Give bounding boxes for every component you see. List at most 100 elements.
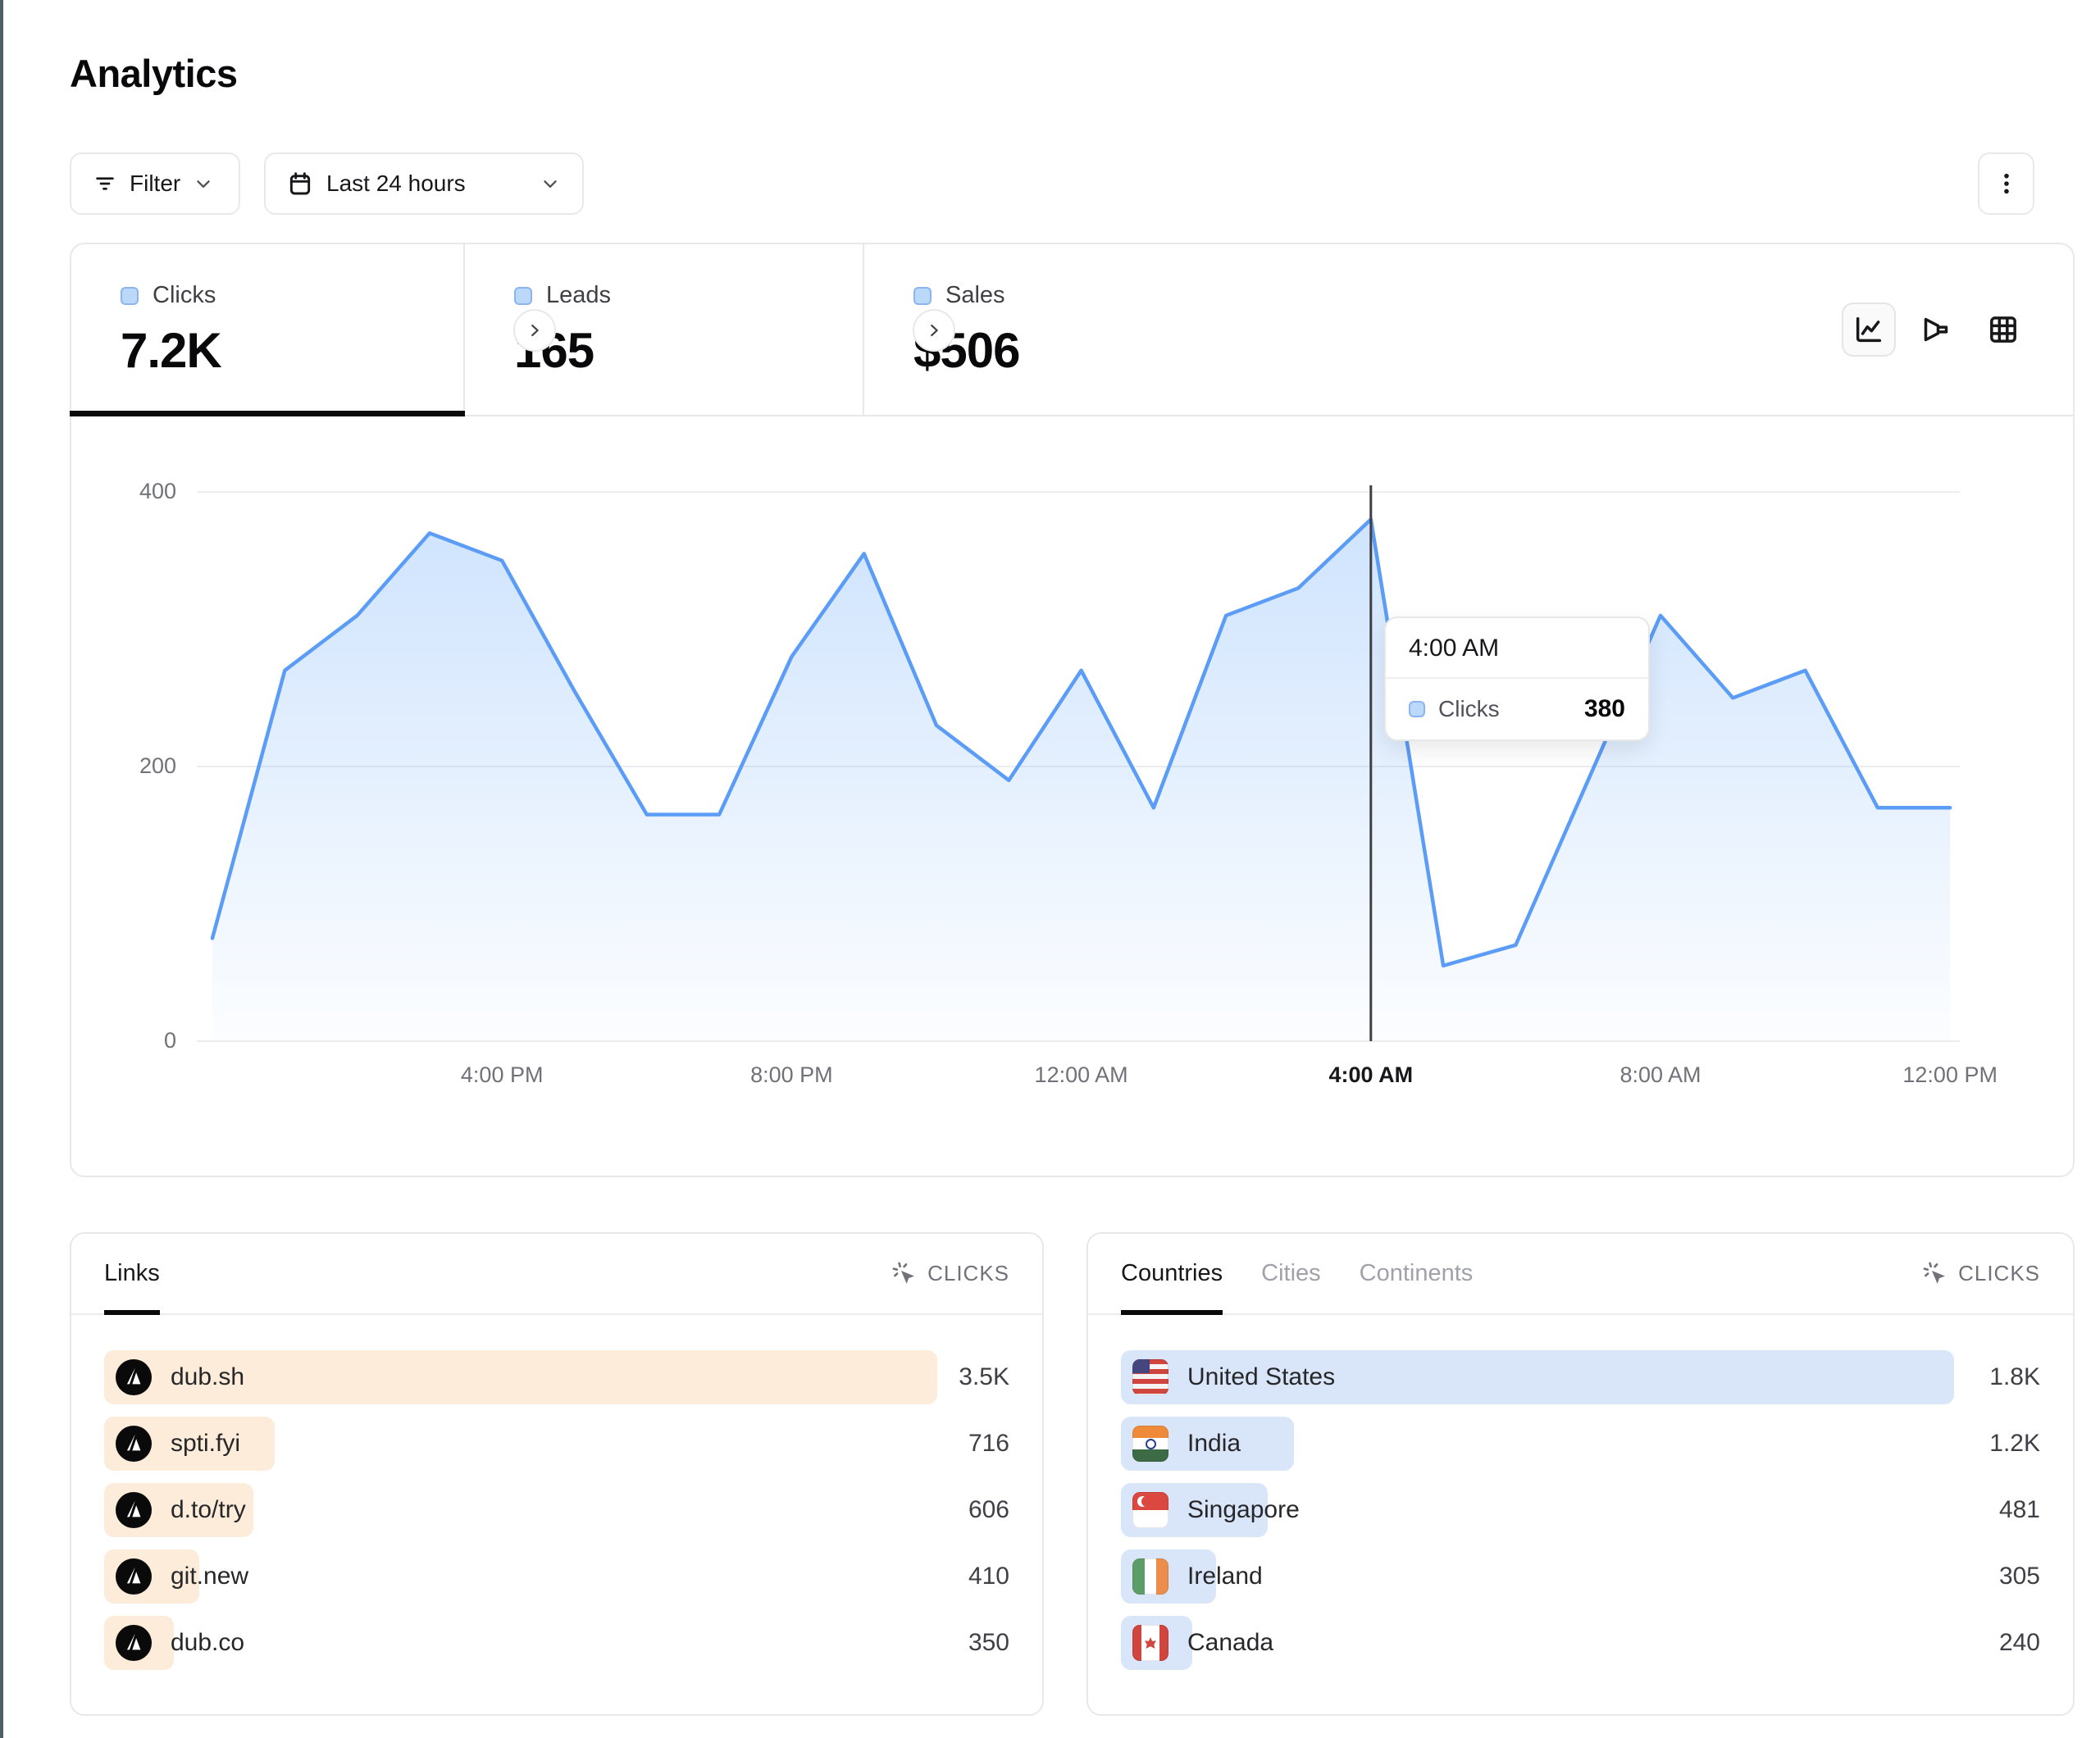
leads-label: Leads [546,282,611,309]
links-row-dub.sh[interactable]: dub.sh 3.5K [71,1350,1042,1404]
row-label: git.new [171,1563,248,1590]
row-label: spti.fyi [171,1430,240,1458]
tab-links[interactable]: Links [104,1234,160,1313]
row-label: United States [1187,1363,1335,1391]
geo-row-Ireland[interactable]: Ireland 305 [1088,1549,2073,1604]
dub-logo-icon [116,1558,152,1595]
chevron-right-icon [925,321,943,339]
tooltip-time: 4:00 AM [1386,618,1648,679]
funnel-view-button[interactable] [1909,303,1963,357]
clicks-value: 7.2K [121,322,463,379]
chevron-right-icon [526,321,544,339]
dub-logo-icon [116,1492,152,1528]
tab-cities[interactable]: Cities [1261,1234,1321,1313]
links-metric[interactable]: CLICKS [891,1234,1009,1313]
filter-icon [93,171,117,196]
geo-row-Canada[interactable]: Canada 240 [1088,1616,2073,1670]
links-row-d.to/try[interactable]: d.to/try 606 [71,1483,1042,1537]
row-value: 606 [968,1483,1009,1537]
clicks-label: Clicks [153,282,216,309]
filter-button-label: Filter [130,171,180,197]
row-label: India [1187,1430,1241,1458]
row-label: Ireland [1187,1563,1263,1590]
links-row-git.new[interactable]: git.new 410 [71,1549,1042,1604]
line-chart-view-button[interactable] [1842,303,1896,357]
page-title: Analytics [70,51,237,96]
filter-button[interactable]: Filter [70,152,240,215]
tooltip-series-label: Clicks [1438,696,1571,722]
y-axis-tick: 400 [94,479,176,504]
date-range-button[interactable]: Last 24 hours [264,152,584,215]
grid-table-icon [1987,313,2020,346]
y-axis-tick: 0 [94,1028,176,1053]
row-value: 240 [1999,1616,2040,1670]
date-range-label: Last 24 hours [326,171,466,197]
geo-row-Singapore[interactable]: Singapore 481 [1088,1483,2073,1537]
leads-legend-icon [514,287,532,305]
row-value: 716 [968,1417,1009,1471]
dub-logo-icon [116,1625,152,1661]
dub-logo-icon [116,1359,152,1395]
chart-tooltip: 4:00 AM Clicks 380 [1384,616,1650,741]
calendar-icon [287,171,313,197]
chevron-down-icon [540,173,561,194]
flag-in-icon [1132,1426,1168,1462]
row-value: 1.8K [1989,1350,2040,1404]
geo-metric-label: CLICKS [1958,1261,2040,1286]
stat-next-button[interactable] [913,309,955,352]
tab-continents[interactable]: Continents [1360,1234,1474,1313]
flag-ca-icon [1132,1625,1168,1661]
row-value: 3.5K [959,1350,1009,1404]
geo-row-United States[interactable]: United States 1.8K [1088,1350,2073,1404]
flag-sg-icon [1132,1492,1168,1528]
row-label: Singapore [1187,1496,1300,1524]
x-axis-tick: 12:00 AM [1035,1062,1128,1088]
row-label: dub.sh [171,1363,244,1391]
x-axis-tick: 4:00 AM [1329,1062,1414,1088]
links-panel-header: Links CLICKS [71,1234,1042,1315]
row-value: 410 [968,1549,1009,1604]
links-row-dub.co[interactable]: dub.co 350 [71,1616,1042,1670]
flag-ie-icon [1132,1558,1168,1595]
geo-metric[interactable]: CLICKS [1922,1234,2040,1313]
chart-plot-area[interactable] [197,475,1960,1043]
geo-row-India[interactable]: India1.2K [1088,1417,2073,1471]
more-options-button[interactable] [1978,152,2034,215]
leads-value: 165 [514,322,863,379]
dub-logo-icon [116,1426,152,1462]
tooltip-legend-icon [1409,701,1425,717]
chart-view-toggles [1842,303,2030,357]
x-axis-tick: 8:00 PM [750,1062,833,1088]
tooltip-value: 380 [1584,695,1625,723]
kebab-menu-icon [1993,171,2020,197]
left-edge-strip [0,0,3,1738]
sales-legend-icon [913,287,932,305]
clicks-legend-icon [121,287,139,305]
flag-us-icon [1132,1359,1168,1395]
geo-panel: Countries Cities Continents CLICKS Unite… [1086,1232,2075,1716]
stats-tab-row: Clicks 7.2K Leads 165 Sales $506 [71,244,2073,416]
tab-clicks[interactable]: Clicks 7.2K [71,244,465,415]
geo-panel-header: Countries Cities Continents CLICKS [1088,1234,2073,1315]
cursor-click-icon [1922,1261,1948,1287]
table-view-button[interactable] [1976,303,2030,357]
active-tab-underline [70,411,465,416]
links-panel: Links CLICKS dub.sh 3.5K spti.fyi 716 d.to… [70,1232,1044,1716]
links-row-spti.fyi[interactable]: spti.fyi 716 [71,1417,1042,1471]
row-value: 481 [1999,1483,2040,1537]
y-axis-tick: 200 [94,753,176,779]
links-metric-label: CLICKS [927,1261,1009,1286]
row-label: Canada [1187,1629,1273,1657]
chevron-down-icon [193,173,214,194]
analytics-page: Analytics Filter Last 24 hours [0,0,2100,1738]
cursor-click-icon [891,1261,918,1287]
stat-next-button[interactable] [513,309,556,352]
x-axis-tick: 8:00 AM [1619,1062,1701,1088]
row-label: d.to/try [171,1496,246,1524]
tab-countries[interactable]: Countries [1121,1234,1223,1313]
x-axis-tick: 4:00 PM [461,1062,544,1088]
row-value: 350 [968,1616,1009,1670]
sales-label: Sales [945,282,1005,309]
row-label: dub.co [171,1629,244,1657]
row-value: 305 [1999,1549,2040,1604]
